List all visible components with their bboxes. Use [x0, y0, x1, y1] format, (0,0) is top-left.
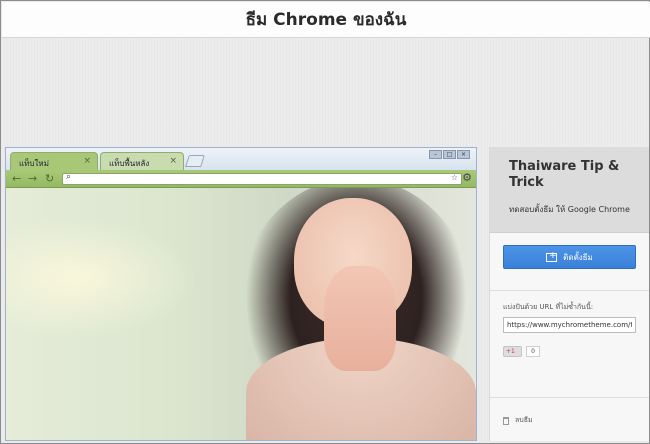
window-controls: – □ × [429, 150, 470, 159]
page-frame: ธีม Chrome ของฉัน แท็บใหม่ × แท็บพื้นหลั… [0, 0, 650, 444]
photo-hand [324, 266, 396, 371]
page-title: ธีม Chrome ของฉัน [245, 10, 407, 30]
theme-name: Thaiware Tip & Trick [509, 159, 620, 190]
reload-icon[interactable]: ↻ [45, 172, 54, 186]
divider [490, 397, 649, 398]
minimize-icon[interactable]: – [429, 150, 442, 159]
theme-info-panel: Thaiware Tip & Trick ทดสอบตั้งธีม ให้ Go… [489, 147, 649, 441]
close-icon[interactable]: × [83, 156, 91, 166]
tab-label: แท็บพื้นหลัง [109, 159, 150, 168]
omnibox[interactable]: ⌕ ☆ [62, 172, 462, 185]
remove-label: ลบธีม [515, 416, 533, 424]
close-icon[interactable]: × [169, 156, 177, 166]
browser-titlebar: แท็บใหม่ × แท็บพื้นหลัง × – □ × [6, 148, 476, 170]
back-icon[interactable]: ← [12, 172, 21, 186]
divider [490, 290, 649, 291]
share-url-label: แบ่งปันด้วย URL ที่ไม่ซ้ำกันนี้: [503, 303, 594, 311]
install-label: ติดตั้งธีม [563, 252, 593, 262]
close-window-icon[interactable]: × [457, 150, 470, 159]
browser-toolbar: ← → ↻ ⌕ ☆ ⚙ [6, 170, 476, 188]
new-tab-button[interactable] [185, 155, 205, 167]
gplus-count: 0 [526, 346, 540, 357]
theme-background-image [6, 188, 476, 440]
google-plus-one-button[interactable]: +1 [503, 346, 522, 357]
share-url-input[interactable] [503, 317, 636, 333]
theme-preview-browser: แท็บใหม่ × แท็บพื้นหลัง × – □ × ← → ↻ ⌕ … [5, 147, 477, 441]
tab-background[interactable]: แท็บพื้นหลัง × [100, 152, 184, 170]
tab-new[interactable]: แท็บใหม่ × [10, 152, 98, 170]
folder-add-icon [546, 251, 558, 262]
tab-label: แท็บใหม่ [19, 159, 49, 168]
install-theme-button[interactable]: ติดตั้งธีม [503, 245, 636, 269]
gplus-label: +1 [506, 348, 515, 355]
maximize-icon[interactable]: □ [443, 150, 456, 159]
remove-theme-button[interactable]: ลบธีม [503, 415, 533, 426]
theme-description: ทดสอบตั้งธีม ให้ Google Chrome [509, 205, 630, 214]
forward-icon[interactable]: → [28, 172, 37, 186]
panel-header: Thaiware Tip & Trick ทดสอบตั้งธีม ให้ Go… [490, 147, 649, 233]
wrench-icon[interactable]: ⚙ [462, 171, 472, 184]
search-icon: ⌕ [66, 172, 72, 182]
page-header: ธีม Chrome ของฉัน [2, 2, 650, 38]
star-icon[interactable]: ☆ [451, 173, 458, 182]
trash-icon [503, 416, 509, 425]
